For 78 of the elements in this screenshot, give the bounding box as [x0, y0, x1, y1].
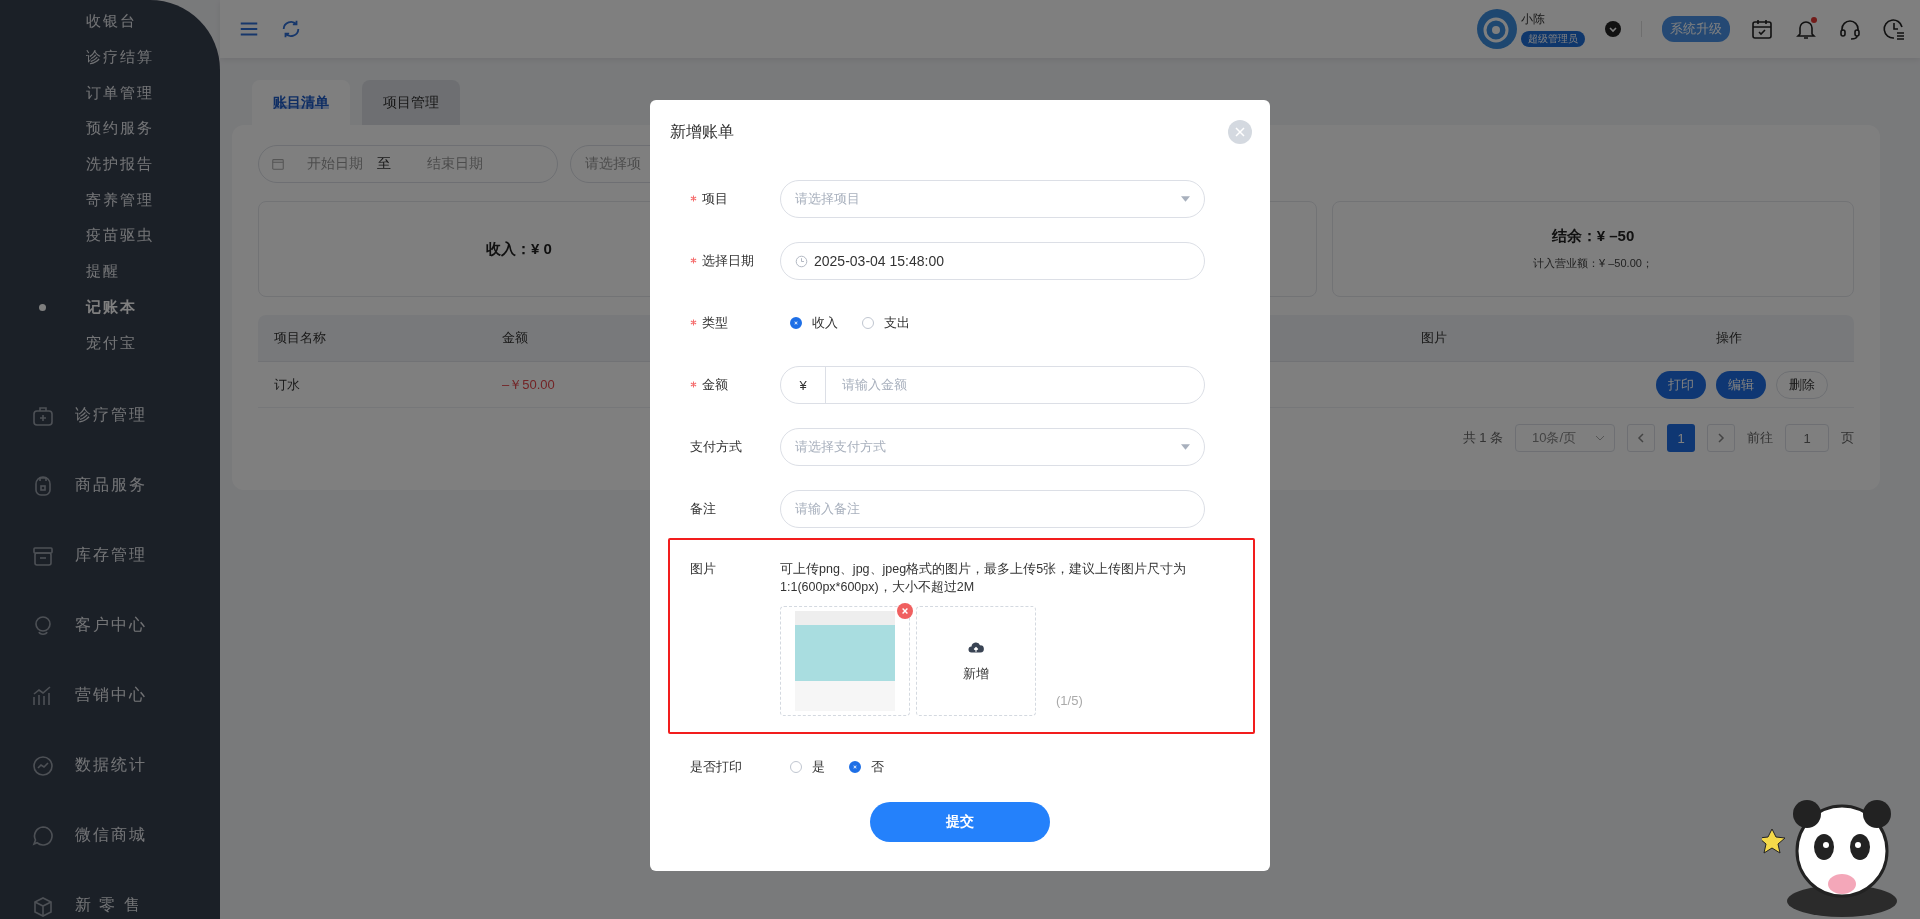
stat-note: 计入营业额：¥ –50.00； [1533, 256, 1653, 271]
sidebar-item[interactable]: 预约服务 [86, 119, 154, 139]
add-image-button[interactable]: 新增 [916, 606, 1036, 716]
next-page-button[interactable] [1707, 424, 1735, 452]
field-label: 类型 [690, 314, 728, 332]
sidebar-item[interactable]: 提醒 [86, 262, 120, 282]
role-badge: 超级管理员 [1521, 31, 1585, 47]
sidebar-item[interactable]: 诊疗结算 [86, 48, 154, 68]
sidebar-item[interactable]: 订单管理 [86, 83, 154, 103]
dialog-title: 新增账单 [670, 121, 734, 142]
chevron-left-icon [1635, 432, 1647, 444]
sidebar-item[interactable]: 商品服务 [75, 475, 147, 497]
range-separator: 至 [377, 155, 391, 173]
caret-icon [1181, 196, 1190, 202]
sidebar-item[interactable]: 诊疗管理 [75, 405, 147, 427]
goto-page-input[interactable]: 1 [1785, 424, 1829, 452]
goto-label: 前往 [1747, 429, 1773, 447]
field-label: 备注 [690, 500, 716, 518]
sidebar-item[interactable]: 寄养管理 [86, 190, 154, 210]
remove-image-button[interactable] [897, 603, 913, 619]
close-icon [1234, 126, 1246, 138]
sidebar-item[interactable]: 营销中心 [75, 685, 147, 707]
dropdown-icon[interactable] [1605, 21, 1621, 37]
clock-icon [795, 254, 808, 268]
table-cell: 订水 [274, 376, 300, 392]
calendar-icon[interactable] [1750, 17, 1774, 41]
tab[interactable]: 项目管理 [362, 80, 460, 125]
stat-value: 结余：¥ –50 [1551, 227, 1635, 246]
radio-option[interactable]: 收入 [790, 314, 838, 332]
page-size-select[interactable]: 10条/页 [1515, 424, 1615, 452]
tab[interactable]: 账目清单 [252, 80, 350, 125]
chat-bubble-icon [31, 823, 55, 848]
radio-option[interactable]: 否 [849, 758, 884, 776]
field-label: 是否打印 [690, 758, 742, 776]
field-label: 项目 [690, 190, 728, 208]
previous-page-button[interactable] [1627, 424, 1655, 452]
row-action-button[interactable]: 打印 [1656, 370, 1706, 399]
sidebar-item[interactable]: 库存管理 [75, 545, 147, 567]
caret-icon [1181, 444, 1190, 450]
submit-button[interactable]: 提交 [870, 802, 1050, 842]
total-count: 共 1 条 [1462, 429, 1503, 447]
cross-icon [901, 607, 909, 615]
sidebar-item[interactable]: 新 零 售 [75, 895, 142, 917]
sidebar-item[interactable]: 收银台 [86, 12, 137, 32]
avatar-logo-icon [1477, 9, 1517, 49]
field-label: 图片 [690, 560, 716, 578]
sidebar-item[interactable]: 记账本 [86, 297, 137, 317]
radio-option[interactable]: 支出 [862, 314, 910, 332]
sidebar-item[interactable]: 客户中心 [75, 615, 147, 637]
upload-count: (1/5) [1056, 693, 1083, 708]
user-name: 小陈 [1521, 11, 1546, 28]
chevron-right-icon [1715, 432, 1727, 444]
upload-hint: 可上传png、jpg、jpeg格式的图片，最多上传5张，建议上传图片尺寸为1:1(600px*600px)，大小不超过2M [780, 561, 1188, 596]
field-label: 金额 [690, 376, 728, 394]
sidebar-item[interactable]: 微信商城 [75, 825, 147, 847]
radio-option[interactable]: 是 [790, 758, 825, 776]
clock-list-icon[interactable] [1882, 17, 1906, 41]
sidebar-item[interactable]: 洗护报告 [86, 155, 154, 175]
row-action-button[interactable]: 删除 [1776, 370, 1828, 399]
trend-circle-icon [31, 753, 55, 778]
headset-icon[interactable] [1838, 17, 1862, 41]
page-number-button[interactable]: 1 [1667, 424, 1695, 452]
column-header: 金额 [502, 330, 528, 345]
column-header: 图片 [1421, 330, 1447, 345]
amount-cell: –￥50.00 [502, 376, 555, 392]
refresh-icon[interactable] [280, 18, 302, 40]
column-header: 项目名称 [274, 330, 326, 345]
sidebar-item[interactable]: 宠付宝 [86, 333, 137, 353]
page-suffix: 页 [1841, 429, 1854, 447]
field-label: 选择日期 [690, 252, 754, 270]
sidebar-item[interactable]: 疫苗驱虫 [86, 226, 154, 246]
upgrade-button[interactable]: 系统升级 [1662, 16, 1730, 42]
column-header: 操作 [1716, 330, 1742, 345]
row-action-button[interactable]: 编辑 [1716, 370, 1766, 399]
field-label: 支付方式 [690, 438, 742, 456]
stat-value: 收入：¥ 0 [486, 239, 552, 259]
calendar-icon [271, 157, 285, 171]
sidebar-item[interactable]: 数据统计 [75, 755, 147, 777]
